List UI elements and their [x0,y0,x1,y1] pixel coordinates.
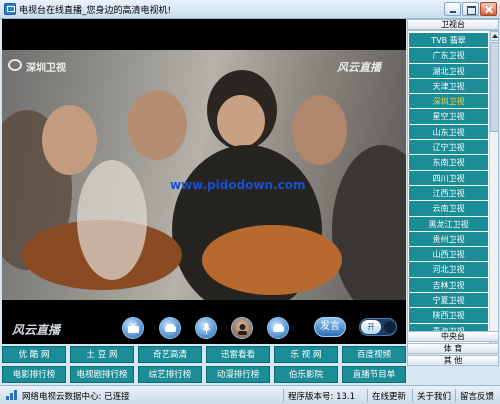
url-watermark: www.pidodown.com [170,178,306,192]
site-link-movie-ranking[interactable]: 电影排行榜 [2,366,66,383]
about-link[interactable]: 关于我们 [417,390,451,402]
close-button[interactable] [480,2,497,16]
category-sports[interactable]: 体 育 [407,343,499,354]
channel-item[interactable]: 深圳卫视 [409,94,488,110]
version-label: 程序版本号: 13.1 [288,392,355,402]
toggle-knob: 开 [361,320,381,334]
speak-button[interactable]: 发言 [314,317,346,337]
category-cctv[interactable]: 中央台 [407,331,499,342]
microphone-icon [202,323,211,334]
site-link-letv[interactable]: 乐 视 网 [274,346,338,363]
channel-item[interactable]: 辽宁卫视 [409,140,488,156]
channel-item[interactable]: 天津卫视 [409,78,488,95]
status-divider [412,389,413,402]
tv-button[interactable] [122,317,144,339]
site-link-anime-ranking[interactable]: 动漫排行榜 [206,366,270,383]
site-links: 优 酷 网 土 豆 网 奇艺高清 迅雷看看 乐 视 网 百度视频 电影排行榜 电… [2,346,406,384]
scroll-up-button[interactable] [490,31,498,41]
feedback-link[interactable]: 留言反馈 [460,390,494,402]
channel-item[interactable]: 广东卫视 [409,48,488,64]
avatar-icon [238,324,247,335]
channel-item[interactable]: 山西卫视 [409,247,488,263]
speaker-button[interactable] [159,317,181,339]
site-link-baidu-video[interactable]: 百度视频 [342,346,406,363]
tv-list-button[interactable] [267,317,289,339]
scroll-thumb[interactable] [490,42,498,132]
title-bar: 电视台在线直播_您身边的高清电视机! [0,0,500,19]
channel-logo: 深圳卫视 [8,58,88,74]
status-bar: 网络电视云数据中心: 已连接 程序版本号: 13.1 在线更新 关于我们 留言反… [0,385,500,404]
channel-item[interactable]: 贵州卫视 [409,231,488,248]
category-other[interactable]: 其 他 [407,355,499,366]
video-frame[interactable]: 深圳卫视 风云直播 www.pidodown.com [2,50,406,300]
channel-item[interactable]: 云南卫视 [409,201,488,217]
channel-item[interactable]: 东南卫视 [409,155,488,171]
power-toggle[interactable]: 开 [359,318,397,336]
avatar[interactable] [231,317,253,339]
channel-items: TVB 翡翠 广东卫视 湖北卫视 天津卫视 深圳卫视 星空卫视 山东卫视 辽宁卫视 东南卫视 四川… [409,33,488,339]
channel-item[interactable]: TVB 翡翠 [409,33,488,49]
player-controls: 风云直播 发言 开 [2,312,406,344]
network-icon [6,390,20,400]
channel-item[interactable]: 吉林卫视 [409,277,488,294]
category-satellite[interactable]: 卫视台 [407,19,499,30]
channel-item[interactable]: 宁夏卫视 [409,293,488,309]
minimize-button[interactable] [444,2,461,16]
tv-icon [273,324,284,332]
speaker-icon [165,324,176,332]
app-icon [4,3,16,15]
channel-item[interactable]: 山东卫视 [409,124,488,141]
channel-logo-text: 深圳卫视 [26,63,66,74]
channel-item[interactable]: 江西卫视 [409,185,488,202]
online-update-link[interactable]: 在线更新 [372,390,406,402]
channel-item[interactable]: 黑龙江卫视 [409,216,488,232]
status-divider [283,389,284,402]
brand-watermark: 风云直播 [337,61,381,74]
channel-item[interactable]: 湖北卫视 [409,63,488,79]
site-link-tv-ranking[interactable]: 电视剧排行榜 [70,366,134,383]
site-link-program-schedule[interactable]: 直播节目单 [342,366,406,383]
channel-item[interactable]: 河北卫视 [409,262,488,278]
site-link-youku[interactable]: 优 酷 网 [2,346,66,363]
tv-icon [128,322,139,333]
channel-logo-mark [8,59,22,71]
channel-item[interactable]: 四川卫视 [409,170,488,186]
connection-status: 网络电视云数据中心: 已连接 [22,392,130,402]
maximize-button[interactable] [462,2,479,16]
site-link-iqiyi[interactable]: 奇艺高清 [138,346,202,363]
channel-sidebar: 卫视台 TVB 翡翠 广东卫视 湖北卫视 天津卫视 深圳卫视 星空卫视 山东卫视 辽宁卫视 东南… [407,19,500,399]
status-divider [367,389,368,402]
site-link-tudou[interactable]: 土 豆 网 [70,346,134,363]
site-link-bole-cinema[interactable]: 伯乐影院 [274,366,338,383]
channel-item[interactable]: 星空卫视 [409,109,488,125]
microphone-button[interactable] [195,317,217,339]
channel-list: TVB 翡翠 广东卫视 湖北卫视 天津卫视 深圳卫视 星空卫视 山东卫视 辽宁卫视 东南卫视 四川… [407,30,499,346]
channel-scrollbar[interactable] [489,31,498,345]
brand-logo: 风云直播 [12,323,61,337]
video-player[interactable]: 深圳卫视 风云直播 www.pidodown.com 风云直播 发言 开 [2,19,406,344]
channel-item[interactable]: 陕西卫视 [409,308,488,324]
site-link-xunlei[interactable]: 迅雷看看 [206,346,270,363]
window-title: 电视台在线直播_您身边的高清电视机! [19,6,172,16]
status-divider [455,389,456,402]
toggle-indicator [384,321,396,333]
site-link-variety-ranking[interactable]: 综艺排行榜 [138,366,202,383]
